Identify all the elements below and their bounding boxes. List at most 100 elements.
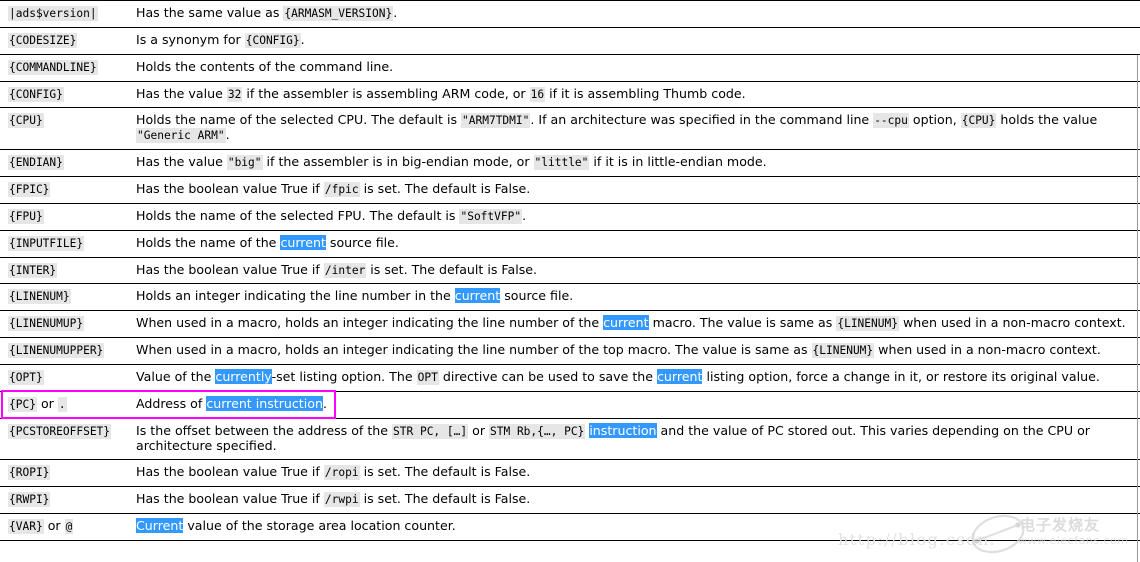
text-span: source file. <box>500 288 574 304</box>
code-span: OPT <box>416 370 439 386</box>
table-row[interactable]: {OPT} Value of the currently-set listing … <box>0 364 1140 392</box>
table-row[interactable]: {INTER} Has the boolean value True if /in… <box>0 257 1140 285</box>
code-span: {VAR} <box>8 519 44 535</box>
table-row[interactable]: {COMMANDLINE} Holds the contents of the c… <box>0 54 1140 82</box>
code-span: {LINENUM} <box>836 316 899 332</box>
code-span: STM Rb,{…, PC} <box>489 423 586 439</box>
text-span: or <box>468 422 489 438</box>
text-span: Has the boolean value True if <box>136 464 324 480</box>
variable-description-cell: Has the boolean value True if /ropi is s… <box>131 459 1140 488</box>
table-row[interactable]: {CPU} Holds the name of the selected CPU.… <box>0 107 1140 151</box>
variable-name-cell: {VAR} or @ <box>0 513 131 542</box>
code-span: {INPUTFILE} <box>8 235 85 251</box>
text-span: Holds the contents of the command line. <box>136 58 394 74</box>
table-row[interactable]: {RWPI} Has the boolean value True if /rwp… <box>0 486 1140 515</box>
text-span: Holds an integer indicating the line num… <box>136 288 455 304</box>
variable-name-cell: {PCSTOREOFFSET} <box>0 418 131 461</box>
code-span: {FPU} <box>8 208 44 224</box>
code-span: {LINENUM} <box>8 289 71 305</box>
table-row[interactable]: {CONFIG} Has the value 32 if the assemble… <box>0 81 1140 109</box>
code-span: {CPU} <box>8 113 44 129</box>
text-span: . <box>322 395 327 411</box>
text-span: Is a synonym for <box>136 31 245 47</box>
text-span: Holds the name of the selected FPU. The … <box>136 207 460 223</box>
code-span: STR PC, […] <box>392 423 469 439</box>
code-span: {LINENUMUPPER} <box>8 343 105 359</box>
variable-name-cell: {LINENUM} <box>0 283 131 312</box>
text-span: Has the boolean value True if <box>136 181 324 197</box>
code-span: {ENDIAN} <box>8 155 64 171</box>
table-row[interactable]: {CODESIZE} Is a synonym for {CONFIG}. <box>0 27 1140 55</box>
text-span: macro. The value is same as <box>648 315 837 331</box>
code-span: {LINENUM} <box>811 343 875 359</box>
variable-description-cell: Has the boolean value True if /fpic is s… <box>131 176 1140 204</box>
text-span: Has the value <box>136 85 227 101</box>
text-span: When used in a macro, holds an integer i… <box>136 342 812 358</box>
variable-name-cell: {COMMANDLINE} <box>0 54 131 82</box>
text-span: Holds the name of the selected CPU. The … <box>136 112 462 128</box>
code-span: . <box>57 396 67 412</box>
variable-description-cell: Holds the name of the selected FPU. The … <box>131 203 1140 231</box>
code-span: {CPU} <box>960 113 997 129</box>
table-row[interactable]: {LINENUM} Holds an integer indicating the… <box>0 283 1140 312</box>
code-span: "ARM7TDMI" <box>461 113 531 129</box>
text-span: Has the value <box>136 154 227 170</box>
text-span: Has the boolean value True if <box>136 261 324 277</box>
text-span: . <box>300 31 305 47</box>
variable-name-cell: {FPIC} <box>0 176 131 204</box>
code-span: {ROPI} <box>8 465 51 481</box>
variable-description-cell: Has the value 32 if the assembler is ass… <box>131 81 1140 109</box>
variable-name-cell: {CODESIZE} <box>0 27 131 55</box>
text-span: option, <box>908 112 961 128</box>
table-row[interactable]: {PC} or . Address of current instruction. <box>0 391 1140 419</box>
text-span: if it is in little-endian mode. <box>589 154 767 170</box>
text-span: directive can be used to save the <box>438 369 657 385</box>
variable-description-cell: Holds an integer indicating the line num… <box>131 283 1140 312</box>
table-body: |ads$version| Has the same value as {ARMA… <box>0 0 1140 542</box>
selected-text-span: current <box>280 234 326 250</box>
variable-name-cell: {PC} or . <box>0 391 131 419</box>
table-row[interactable]: {FPIC} Has the boolean value True if /fpi… <box>0 176 1140 204</box>
table-row[interactable]: |ads$version| Has the same value as {ARMA… <box>0 0 1140 28</box>
text-span: when used in a non-macro context. <box>874 342 1101 358</box>
right-edge-rule <box>1137 55 1138 562</box>
variable-name-cell: {RWPI} <box>0 486 131 515</box>
code-span: |ads$version| <box>8 6 98 21</box>
variable-description-cell: Value of the currently-set listing optio… <box>131 364 1140 392</box>
variable-name-cell: {ENDIAN} <box>0 149 131 178</box>
table-row[interactable]: {ROPI} Has the boolean value True if /rop… <box>0 459 1140 488</box>
text-span: . <box>393 5 398 20</box>
table-row[interactable]: {INPUTFILE} Holds the name of the current… <box>0 230 1140 258</box>
table-row[interactable]: {LINENUMUP} When used in a macro, holds a… <box>0 310 1140 339</box>
variable-name-cell: {INPUTFILE} <box>0 230 131 258</box>
text-span: if the assembler is in big-endian mode, … <box>262 154 534 170</box>
text-span: or <box>43 518 65 534</box>
code-span: {OPT} <box>8 370 44 386</box>
variable-description-cell: Has the boolean value True if /rwpi is s… <box>131 486 1140 515</box>
text-span: Holds the name of the <box>136 234 281 250</box>
text-span: is set. The default is False. <box>366 261 538 277</box>
code-span: {PC} <box>8 396 37 412</box>
table-row[interactable]: {VAR} or @ Current value of the storage a… <box>0 513 1140 542</box>
table-row[interactable]: {FPU} Holds the name of the selected FPU.… <box>0 203 1140 231</box>
text-span: is set. The default is False. <box>359 491 531 507</box>
code-span: /ropi <box>323 465 360 481</box>
table-row[interactable]: {ENDIAN} Has the value "big" if the assem… <box>0 149 1140 178</box>
selected-text-span: current <box>603 315 649 331</box>
variable-description-cell: Has the same value as {ARMASM_VERSION}. <box>131 0 1140 28</box>
table-row[interactable]: {LINENUMUPPER} When used in a macro, hold… <box>0 337 1140 366</box>
variable-name-cell: |ads$version| <box>0 0 131 28</box>
text-span: Is the offset between the address of the <box>136 422 393 438</box>
code-span: {CONFIG} <box>8 86 64 102</box>
code-span: {CONFIG} <box>244 32 301 48</box>
code-span: {CODESIZE} <box>8 32 78 48</box>
table-row[interactable]: {PCSTOREOFFSET} Is the offset between the… <box>0 418 1140 461</box>
text-span: when used in a non-macro context. <box>898 315 1126 331</box>
code-span: "Generic ARM" <box>136 128 226 144</box>
text-span: listing option, force a change in it, or… <box>702 369 1100 385</box>
code-span: "SoftVFP" <box>459 208 523 224</box>
code-span: {LINENUMUP} <box>8 316 85 332</box>
selected-text-span: currently <box>215 369 272 385</box>
variable-name-cell: {INTER} <box>0 257 131 285</box>
code-span: @ <box>64 519 74 535</box>
